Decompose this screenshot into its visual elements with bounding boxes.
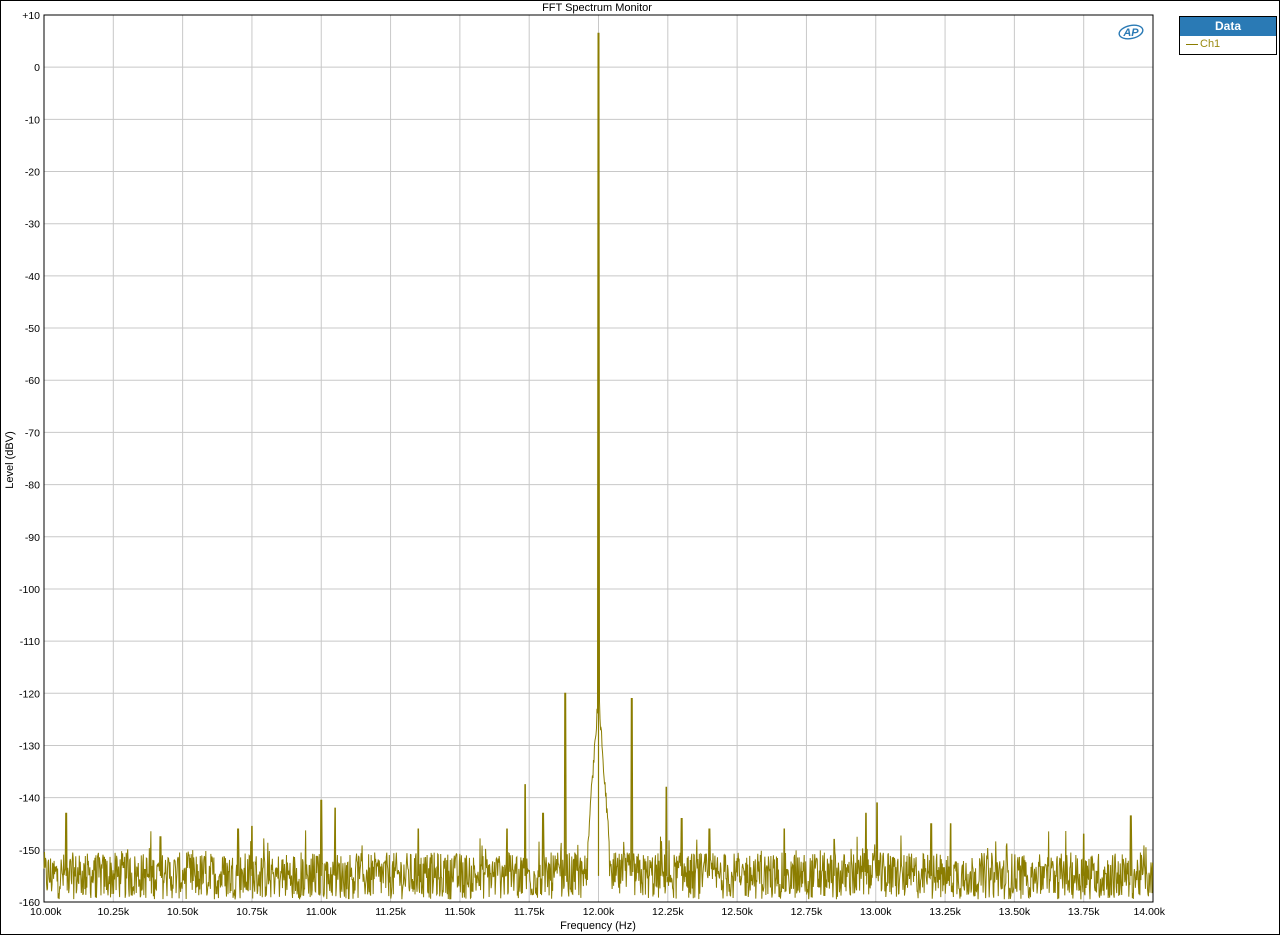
x-tick-label: 13.00k [860,906,892,918]
x-tick-label: 13.50k [999,906,1031,918]
y-tick-label: -70 [25,427,40,439]
y-tick-label: -150 [19,845,40,857]
x-tick-label: 11.25k [375,906,406,918]
legend-swatch [1186,44,1198,45]
x-tick-label: 11.50k [445,906,476,918]
y-tick-label: -40 [25,271,40,283]
y-tick-label: -100 [19,584,40,596]
y-axis-title: Level (dBV) [4,431,16,488]
x-tick-label: 12.25k [652,906,684,918]
y-tick-label: -140 [19,793,40,805]
legend-item-label: Ch1 [1200,38,1221,50]
x-tick-label: 10.50k [167,906,199,918]
legend-header: Data [1180,17,1276,36]
x-tick-label: 12.75k [791,906,823,918]
y-tick-label: -20 [25,167,40,179]
y-tick-label: 0 [34,62,40,74]
y-tick-label: -90 [25,532,40,544]
x-axis-title: Frequency (Hz) [560,920,636,932]
y-tick-label: -60 [25,375,40,387]
y-tick-label: -10 [25,114,40,126]
y-tick-label: -50 [25,323,40,335]
x-tick-label: 13.25k [929,906,961,918]
y-tick-label: -30 [25,219,40,231]
x-tick-label: 11.75k [514,906,545,918]
legend-item-ch1[interactable]: Ch1 [1180,36,1276,53]
x-tick-label: 11.00k [306,906,337,918]
x-tick-label: 10.25k [98,906,130,918]
legend: Data Ch1 [1179,16,1277,55]
y-tick-label: -110 [20,636,40,648]
logo-text: AP [1122,27,1139,39]
fft-chart: FFT Spectrum Monitor 10.00k 10.25k 10.50k 1… [4,2,1166,932]
chart-title: FFT Spectrum Monitor [542,2,652,14]
y-tick-label: -130 [19,740,40,752]
x-tick-label: 10.75k [236,906,268,918]
y-tick-label: -80 [25,480,40,492]
y-tick-label: +10 [22,10,40,22]
x-tick-label: 13.75k [1068,906,1100,918]
y-tick-label: -120 [19,688,40,700]
x-tick-label: 14.00k [1133,906,1165,918]
y-tick-label: -160 [19,897,40,909]
series-layer [43,32,1154,900]
x-tick-label: 12.00k [583,906,615,918]
x-tick-label: 12.50k [721,906,753,918]
ap-logo-icon: AP [1118,24,1144,40]
